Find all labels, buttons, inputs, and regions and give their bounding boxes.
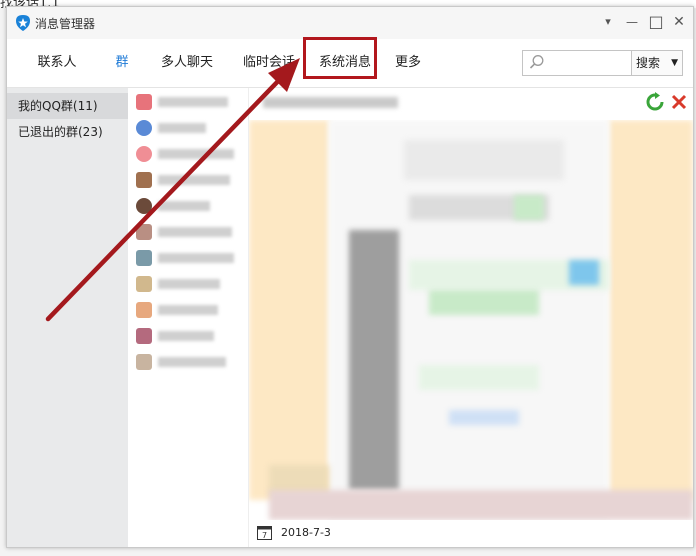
list-item[interactable] — [136, 143, 242, 165]
list-item[interactable] — [136, 325, 242, 347]
minimize-button[interactable]: — — [621, 11, 643, 33]
avatar — [136, 302, 152, 318]
avatar — [136, 354, 152, 370]
group-list — [128, 88, 249, 547]
message-manager-window: 消息管理器 ▾ — □ ✕ 联系人 群 多人聊天 临时会话 系统消息 更多 搜索… — [6, 6, 694, 548]
tab-contacts[interactable]: 联系人 — [31, 39, 83, 87]
maximize-button[interactable]: □ — [645, 11, 667, 33]
close-button[interactable]: ✕ — [668, 11, 690, 33]
avatar — [136, 328, 152, 344]
search-icon — [529, 55, 544, 69]
avatar — [136, 250, 152, 266]
message-footer: 7 2018-7-3 — [249, 520, 693, 547]
tab-groups[interactable]: 群 — [111, 39, 133, 87]
list-item[interactable] — [136, 91, 242, 113]
menu-dropdown-button[interactable]: ▾ — [597, 11, 619, 33]
avatar — [136, 172, 152, 188]
search-field[interactable] — [522, 50, 632, 76]
list-item[interactable] — [136, 169, 242, 191]
window-title: 消息管理器 — [35, 17, 96, 31]
list-item[interactable] — [136, 273, 242, 295]
list-item[interactable] — [136, 221, 242, 243]
tab-temp-session[interactable]: 临时会话 — [237, 39, 301, 87]
search-input[interactable] — [549, 53, 629, 73]
highlight-box — [303, 37, 377, 79]
avatar — [136, 198, 152, 214]
message-date: 2018-7-3 — [281, 526, 331, 539]
tab-more[interactable]: 更多 — [393, 39, 423, 87]
avatar — [136, 146, 152, 162]
calendar-icon: 7 — [257, 526, 272, 540]
list-item[interactable] — [136, 247, 242, 269]
svg-text:7: 7 — [262, 531, 267, 540]
tab-multi-chat[interactable]: 多人聊天 — [157, 39, 217, 87]
sidebar-item-my-groups[interactable]: 我的QQ群(11) — [7, 93, 128, 119]
sidebar-item-left-groups[interactable]: 已退出的群(23) — [7, 119, 128, 145]
qq-star-icon — [16, 15, 30, 31]
message-header — [249, 88, 693, 116]
message-view: 7 2018-7-3 — [249, 88, 693, 547]
title-bar[interactable]: 消息管理器 ▾ — □ ✕ — [7, 7, 693, 39]
avatar — [136, 276, 152, 292]
search-button[interactable]: 搜索 ▼ — [631, 50, 683, 76]
list-item[interactable] — [136, 195, 242, 217]
avatar — [136, 224, 152, 240]
list-item[interactable] — [136, 299, 242, 321]
refresh-icon[interactable] — [645, 92, 665, 112]
list-item[interactable] — [136, 117, 242, 139]
delete-icon[interactable] — [669, 92, 689, 112]
blurred-screenshot-image — [249, 120, 693, 520]
search-button-label: 搜索 — [636, 56, 661, 70]
list-item[interactable] — [136, 351, 242, 373]
avatar — [136, 94, 152, 110]
group-title-blurred — [263, 97, 398, 108]
group-category-sidebar: 我的QQ群(11) 已退出的群(23) — [7, 88, 128, 547]
avatar — [136, 120, 152, 136]
search-dropdown-icon[interactable]: ▼ — [671, 51, 678, 75]
